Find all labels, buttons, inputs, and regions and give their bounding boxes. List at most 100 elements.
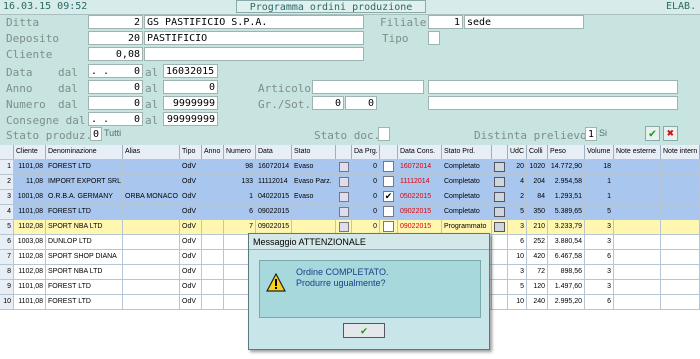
ok-button[interactable]: ✔ (343, 323, 385, 338)
consegne-dal-field[interactable]: . . 0 (88, 112, 143, 126)
cell-tipo: OdV (180, 190, 202, 204)
column-header[interactable]: Peso (548, 145, 585, 159)
cell-volume: 5 (585, 205, 614, 219)
row-checkbox[interactable] (383, 161, 394, 172)
row-checkbox[interactable] (383, 206, 394, 217)
cell-udc: 10 (508, 250, 527, 264)
cell-colli: 252 (527, 235, 548, 249)
printer-icon[interactable] (494, 192, 505, 202)
numero-al-field[interactable]: 9999999 (163, 96, 218, 110)
cliente-code-field[interactable]: 0,08 (88, 47, 143, 61)
anno-dal-field[interactable]: 0 (88, 80, 143, 94)
window-title: Programma ordini produzione (236, 0, 426, 13)
grsot-gr-field[interactable]: 0 (312, 96, 344, 110)
data-al-field[interactable]: 16032015 (163, 64, 218, 78)
cell-data: 16072014 (256, 160, 292, 174)
column-header[interactable] (336, 145, 352, 159)
magnifier-icon[interactable] (339, 177, 349, 187)
column-header[interactable]: Stato Prd. (442, 145, 492, 159)
filiale-code-field[interactable]: 1 (428, 15, 463, 29)
note-cell (614, 295, 661, 309)
column-header[interactable]: Note esterne (614, 145, 661, 159)
consegne-al-field[interactable]: 99999999 (163, 112, 218, 126)
lookup-cell (336, 160, 352, 174)
column-header[interactable]: Tipo (180, 145, 202, 159)
printer-icon[interactable] (494, 207, 505, 217)
column-header[interactable]: Volume (585, 145, 614, 159)
column-header[interactable]: Anno (202, 145, 224, 159)
note-cell (661, 235, 700, 249)
cell-cliente: 1101,08 (14, 280, 46, 294)
row-number: 9 (0, 280, 14, 294)
dialog-message-panel: Ordine COMPLETATO. Produrre ugualmente? (259, 260, 481, 318)
column-header[interactable]: Data Cons. (398, 145, 442, 159)
cell-alias (123, 220, 180, 234)
deposito-code-field[interactable]: 20 (88, 31, 143, 45)
column-header[interactable] (492, 145, 508, 159)
stato-doc-field[interactable] (378, 127, 390, 141)
print-cell (492, 190, 508, 204)
tipo-field[interactable] (428, 31, 440, 45)
note-cell (661, 250, 700, 264)
row-checkbox[interactable]: ✔ (383, 191, 394, 202)
stato-produz-text: Tutti (104, 128, 122, 138)
cell-tipo: OdV (180, 265, 202, 279)
lookup-cell (336, 175, 352, 189)
row-checkbox[interactable] (383, 221, 394, 232)
column-header[interactable]: Denominazione (46, 145, 123, 159)
table-row[interactable]: 4 1101,08 FOREST LTD OdV 6 09022015 0 09022015 C… (0, 205, 700, 220)
cell-datacons: 09022015 (398, 205, 442, 219)
magnifier-icon[interactable] (339, 222, 349, 232)
row-checkbox[interactable] (383, 176, 394, 187)
cell-alias (123, 280, 180, 294)
column-header[interactable]: Alias (123, 145, 180, 159)
cell-volume: 1 (585, 175, 614, 189)
cell-alias: ORBA MONACO (123, 190, 180, 204)
magnifier-icon[interactable] (339, 162, 349, 172)
consegne-al-label: al (145, 114, 159, 127)
printer-icon[interactable] (494, 222, 505, 232)
grsot-desc-field (428, 96, 678, 110)
column-header[interactable]: Data (256, 145, 292, 159)
cell-udc: 10 (508, 295, 527, 309)
articolo-label: Articolo (258, 82, 311, 95)
column-header[interactable]: Note intern (661, 145, 700, 159)
numero-label: Numero (6, 98, 46, 111)
table-row[interactable]: 2 11,08 IMPORT EXPORT SRL OdV 133 11112014 Eva… (0, 175, 700, 190)
table-row[interactable]: 3 1001,08 O.R.B.A. GERMANY ORBA MONACO OdV 1 0… (0, 190, 700, 205)
column-header[interactable]: Da Prg. (352, 145, 380, 159)
data-dal-field[interactable]: . . 0 (88, 64, 143, 78)
column-header[interactable] (380, 145, 398, 159)
numero-dal-field[interactable]: 0 (88, 96, 143, 110)
table-row[interactable]: 1 1101,08 FOREST LTD OdV 98 16072014 Evaso 0 160… (0, 160, 700, 175)
column-header[interactable]: Stato (292, 145, 336, 159)
cell-udc: 20 (508, 160, 527, 174)
column-header[interactable] (0, 145, 14, 159)
ditta-code-field[interactable]: 2 (88, 15, 143, 29)
column-header[interactable]: Numero (224, 145, 256, 159)
printer-icon[interactable] (494, 162, 505, 172)
distinta-field[interactable]: 1 (585, 127, 597, 141)
cell-peso: 14.772,90 (548, 160, 585, 174)
cell-peso: 898,56 (548, 265, 585, 279)
printer-icon[interactable] (494, 177, 505, 187)
magnifier-icon[interactable] (339, 207, 349, 217)
note-cell (661, 160, 700, 174)
grsot-sot-field[interactable]: 0 (345, 96, 377, 110)
anno-al-field[interactable]: 0 (163, 80, 218, 94)
cell-udc: 3 (508, 265, 527, 279)
cell-denom: FOREST LTD (46, 295, 123, 309)
confirm-button[interactable]: ✔ (645, 126, 660, 141)
note-cell (614, 205, 661, 219)
articolo-code-field[interactable] (312, 80, 424, 94)
column-header[interactable]: Colli (527, 145, 548, 159)
cell-anno (202, 205, 224, 219)
note-cell (661, 205, 700, 219)
cell-peso: 1.497,60 (548, 280, 585, 294)
magnifier-icon[interactable] (339, 192, 349, 202)
column-header[interactable]: UdC (508, 145, 527, 159)
cancel-button[interactable]: ✖ (663, 126, 678, 141)
cell-peso: 1.293,51 (548, 190, 585, 204)
stato-produz-field[interactable]: 0 (90, 127, 102, 141)
column-header[interactable]: Cliente (14, 145, 46, 159)
